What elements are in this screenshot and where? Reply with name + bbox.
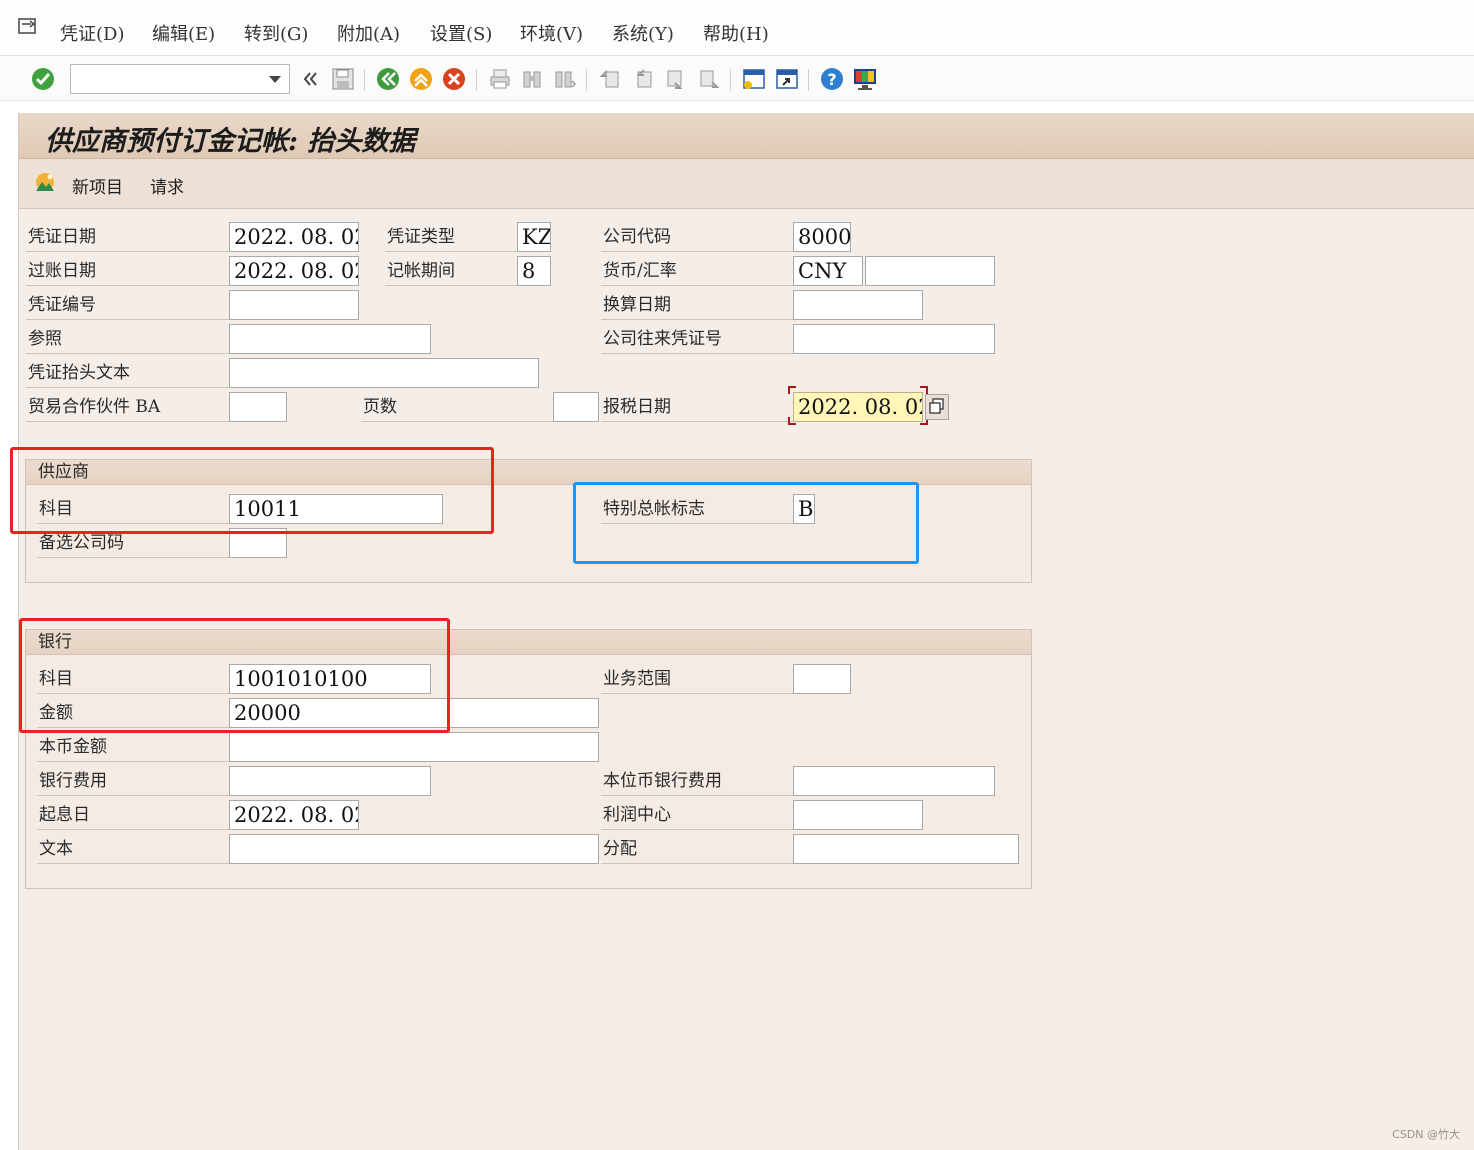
- trading-partner-input[interactable]: [229, 392, 287, 422]
- doc-number-input[interactable]: [229, 290, 359, 320]
- first-page-icon[interactable]: [596, 65, 624, 93]
- title-bar: 供应商预付订金记帐: 抬头数据: [19, 113, 1474, 159]
- doc-date-label: 凭证日期: [26, 222, 229, 252]
- new-session-icon[interactable]: [740, 65, 768, 93]
- local-amount-input[interactable]: [229, 732, 599, 762]
- business-area-input[interactable]: [793, 664, 851, 694]
- translation-date-label: 换算日期: [601, 290, 793, 320]
- menu-document[interactable]: 凭证(D): [60, 20, 124, 46]
- header-text-label: 凭证抬头文本: [26, 358, 229, 388]
- new-item-icon[interactable]: [33, 171, 57, 195]
- trading-partner-label: 贸易合作伙件 BA: [26, 392, 229, 422]
- period-input[interactable]: 8: [517, 256, 551, 286]
- bank-highlight-box: [19, 618, 450, 733]
- watermark: CSDN @竹大: [1392, 1128, 1460, 1141]
- bank-charges-label: 银行费用: [37, 766, 229, 796]
- text-input[interactable]: [229, 834, 599, 864]
- customize-layout-icon[interactable]: [851, 65, 879, 93]
- tax-date-label: 报税日期: [601, 392, 793, 422]
- find-icon[interactable]: [518, 65, 546, 93]
- next-page-icon[interactable]: [662, 65, 690, 93]
- menu-goto[interactable]: 转到(G): [244, 20, 308, 46]
- back-arrows-icon[interactable]: [296, 65, 324, 93]
- tax-date-input[interactable]: 2022. 08. 02: [793, 392, 923, 422]
- pages-input[interactable]: [553, 392, 599, 422]
- shortcut-icon[interactable]: [773, 65, 801, 93]
- assignment-input[interactable]: [793, 834, 1019, 864]
- menu-help[interactable]: 帮助(H): [703, 20, 769, 46]
- save-icon[interactable]: [329, 65, 357, 93]
- menu-bar: 凭证(D) 编辑(E) 转到(G) 附加(A) 设置(S) 环境(V) 系统(Y…: [0, 0, 1474, 56]
- company-code-label: 公司代码: [601, 222, 793, 252]
- profit-center-input[interactable]: [793, 800, 923, 830]
- assignment-label: 分配: [601, 834, 793, 864]
- exchange-rate-input[interactable]: [865, 256, 995, 286]
- period-label: 记帐期间: [385, 256, 517, 286]
- bank-charges-input[interactable]: [229, 766, 431, 796]
- local-amount-label: 本币金额: [37, 732, 229, 762]
- text-label: 文本: [37, 834, 229, 864]
- reference-label: 参照: [26, 324, 229, 354]
- special-gl-highlight-box: [573, 482, 919, 564]
- doc-type-input[interactable]: KZ: [517, 222, 551, 252]
- menu-edit[interactable]: 编辑(E): [152, 20, 215, 46]
- back-icon[interactable]: [374, 65, 402, 93]
- help-icon[interactable]: ?: [818, 65, 846, 93]
- posting-date-input[interactable]: 2022. 08. 02: [229, 256, 359, 286]
- posting-date-label: 过账日期: [26, 256, 229, 286]
- menu-system[interactable]: 系统(Y): [612, 20, 674, 46]
- business-area-label: 业务范围: [601, 664, 793, 694]
- value-date-label: 起息日: [37, 800, 229, 830]
- request-button[interactable]: 请求: [150, 173, 184, 198]
- menu-settings[interactable]: 设置(S): [430, 20, 492, 46]
- menu-environment[interactable]: 环境(V): [520, 20, 583, 46]
- print-icon[interactable]: [486, 65, 514, 93]
- currency-input[interactable]: CNY: [793, 256, 863, 286]
- chevron-down-icon[interactable]: [269, 76, 281, 83]
- check-icon[interactable]: [29, 65, 57, 93]
- doc-type-label: 凭证类型: [385, 222, 517, 252]
- local-bank-charges-label: 本位币银行费用: [601, 766, 793, 796]
- company-code-input[interactable]: 8000: [793, 222, 851, 252]
- cancel-icon[interactable]: [440, 65, 468, 93]
- currency-label: 货币/汇率: [601, 256, 793, 286]
- vendor-highlight-box: [10, 447, 494, 534]
- header-text-input[interactable]: [229, 358, 539, 388]
- page-title: 供应商预付订金记帐: 抬头数据: [45, 126, 416, 157]
- svg-text:?: ?: [827, 70, 836, 89]
- application-toolbar: 新项目 请求: [19, 159, 1474, 209]
- standard-toolbar: ?: [0, 57, 1474, 101]
- value-help-icon[interactable]: [925, 394, 949, 420]
- local-bank-charges-input[interactable]: [793, 766, 995, 796]
- translation-date-input[interactable]: [793, 290, 923, 320]
- doc-number-label: 凭证编号: [26, 290, 229, 320]
- prev-page-icon[interactable]: [629, 65, 657, 93]
- command-field[interactable]: [70, 64, 290, 94]
- exit-icon[interactable]: [407, 65, 435, 93]
- menu-extras[interactable]: 附加(A): [337, 20, 400, 46]
- pages-label: 页数: [361, 392, 553, 422]
- profit-center-label: 利润中心: [601, 800, 793, 830]
- intercompany-input[interactable]: [793, 324, 995, 354]
- reference-input[interactable]: [229, 324, 431, 354]
- new-item-button[interactable]: 新项目: [72, 173, 123, 198]
- find-next-icon[interactable]: [551, 65, 579, 93]
- intercompany-label: 公司往来凭证号: [601, 324, 793, 354]
- doc-date-input[interactable]: 2022. 08. 02: [229, 222, 359, 252]
- value-date-input[interactable]: 2022. 08. 02: [229, 800, 359, 830]
- system-menu-icon[interactable]: [18, 18, 40, 36]
- last-page-icon[interactable]: [695, 65, 723, 93]
